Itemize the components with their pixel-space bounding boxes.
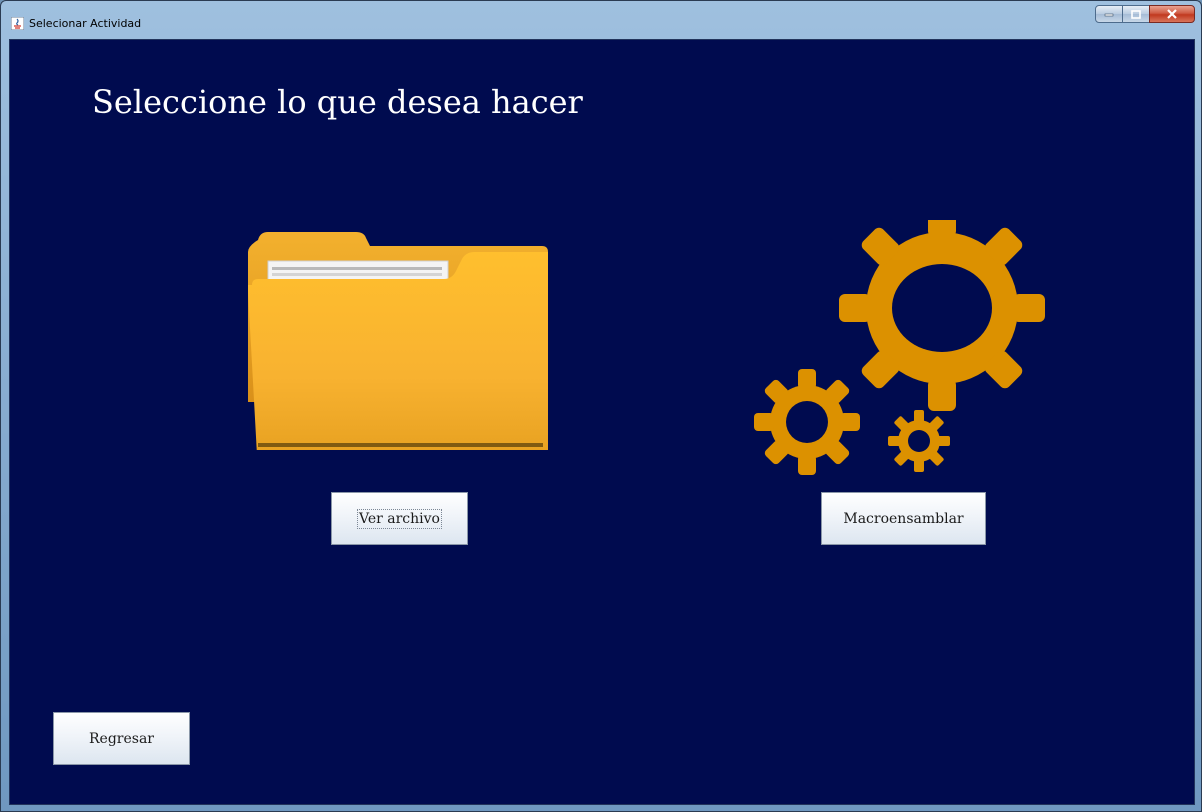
macroassemble-button[interactable]: Macroensamblar [821, 492, 986, 545]
maximize-button[interactable] [1122, 5, 1150, 23]
minimize-icon [1096, 6, 1122, 22]
java-app-icon [11, 17, 24, 30]
back-button[interactable]: Regresar [53, 712, 190, 765]
minimize-button[interactable] [1095, 5, 1123, 23]
folder-icon [248, 232, 548, 450]
window-title: Selecionar Actividad [29, 17, 142, 30]
page-title: Seleccione lo que desea hacer [92, 83, 583, 121]
close-button[interactable] [1149, 5, 1195, 23]
content-panel: Seleccione lo que desea hacer Ver archiv… [9, 39, 1195, 805]
view-file-button[interactable]: Ver archivo [331, 492, 468, 545]
maximize-icon [1123, 6, 1149, 22]
window-controls [1095, 5, 1195, 23]
macroassemble-label: Macroensamblar [843, 510, 964, 527]
close-icon [1150, 6, 1194, 22]
app-window: Selecionar Actividad Seleccione lo que d… [0, 0, 1202, 812]
back-label: Regresar [89, 730, 154, 747]
view-file-label: Ver archivo [357, 508, 442, 529]
gears-icon [754, 220, 1045, 475]
title-bar[interactable]: Selecionar Actividad [1, 1, 1201, 39]
